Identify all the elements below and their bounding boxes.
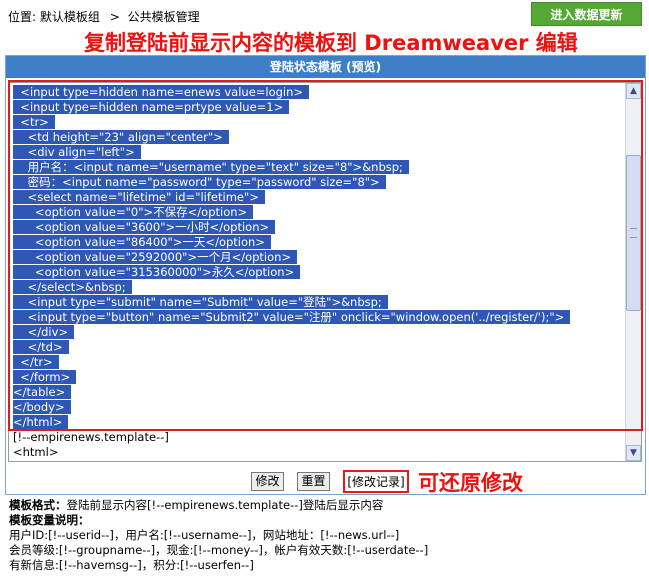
code-line: [!--empirenews.template--] <box>13 430 169 444</box>
enter-data-update-button[interactable]: 进入数据更新 <box>531 2 642 26</box>
selection-highlight-frame <box>8 80 643 431</box>
reset-button[interactable]: 重置 <box>297 472 330 491</box>
annotation-headline: 复制登陆前显示内容的模板到 Dreamweaver 编辑 <box>84 31 578 55</box>
breadcrumb-prefix: 位置: <box>8 10 37 24</box>
code-line: <html> <box>13 445 59 459</box>
panel-title: 登陆状态模板 (预览) <box>6 56 645 78</box>
modify-button[interactable]: 修改 <box>251 472 284 491</box>
template-notes: 模板格式：登陆前显示内容[!--empirenews.template--]登陆… <box>9 498 645 573</box>
vars-line-2: 会员等级:[!--groupname--]，现金:[!--money--]，帐户… <box>9 543 429 557</box>
restore-annotation: 可还原修改 <box>418 471 523 495</box>
modify-history-button[interactable]: [修改记录] <box>343 470 409 493</box>
breadcrumb-separator: > <box>109 10 120 24</box>
vars-line-1: 用户ID:[!--userid--]，用户名:[!--username--]，网… <box>9 528 400 542</box>
format-label: 模板格式： <box>9 498 67 512</box>
breadcrumb-link-current[interactable]: 公共模板管理 <box>128 10 200 24</box>
breadcrumb: 位置: 默认模板组 > 公共模板管理 <box>8 8 200 25</box>
vars-line-3: 有新信息:[!--havemsg--]，积分:[!--userfen--] <box>9 558 254 572</box>
breadcrumb-link-group[interactable]: 默认模板组 <box>40 10 100 24</box>
format-note: 模板格式：登陆前显示内容[!--empirenews.template--]登陆… <box>9 498 645 513</box>
format-text: 登陆前显示内容[!--empirenews.template--]登陆后显示内容 <box>66 498 384 512</box>
scroll-down-arrow-icon[interactable]: ▼ <box>626 445 641 461</box>
vars-label: 模板变量说明： <box>9 513 90 527</box>
